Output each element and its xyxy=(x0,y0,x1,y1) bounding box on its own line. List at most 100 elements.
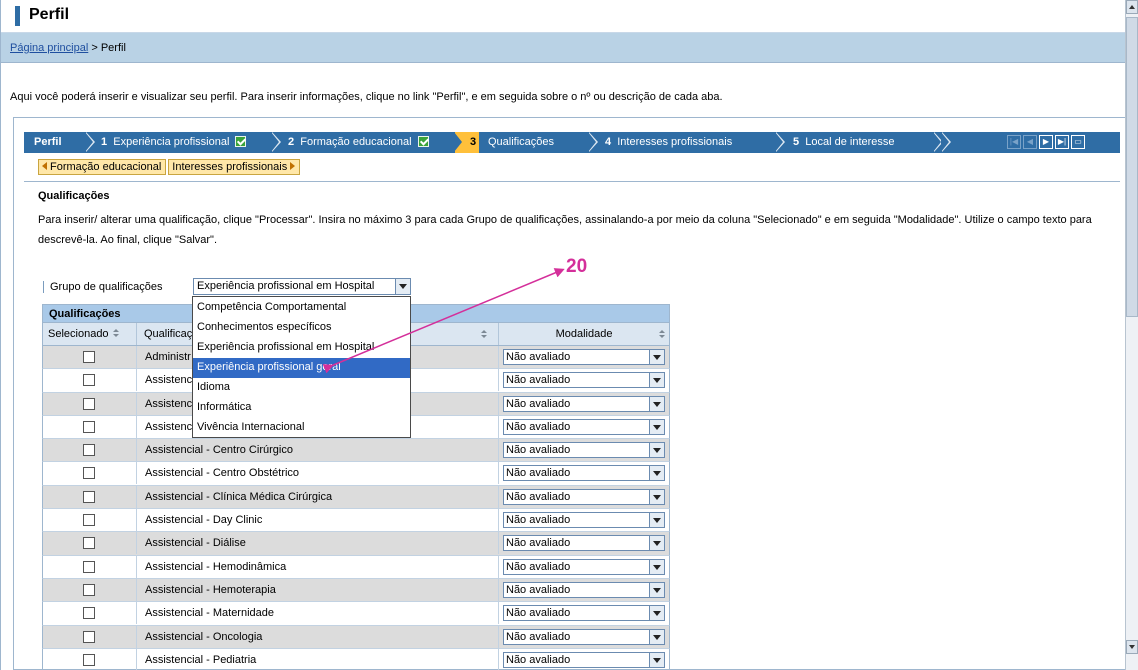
modality-select[interactable]: Não avaliado xyxy=(503,651,665,668)
roadmap-step-3[interactable]: Qualificações xyxy=(488,132,554,153)
dropdown-option[interactable]: Experiência profissional geral xyxy=(193,358,410,378)
select-checkbox[interactable] xyxy=(83,583,95,596)
modality-select[interactable]: Não avaliado xyxy=(503,535,665,552)
modality-cell: Não avaliado xyxy=(499,509,669,531)
dropdown-arrow-icon[interactable] xyxy=(649,419,664,434)
dropdown-option[interactable]: Informática xyxy=(193,398,410,418)
dropdown-arrow-icon[interactable] xyxy=(649,652,664,667)
column-header-modality[interactable]: Modalidade xyxy=(499,323,669,345)
modality-select[interactable]: Não avaliado xyxy=(503,512,665,529)
dropdown-option[interactable]: Idioma xyxy=(193,378,410,398)
breadcrumb-home-link[interactable]: Página principal xyxy=(10,42,88,54)
scroll-thumb[interactable] xyxy=(1126,17,1138,317)
modality-select[interactable]: Não avaliado xyxy=(503,628,665,645)
scroll-up-icon[interactable] xyxy=(1126,0,1138,14)
qualification-name: Assistencial - Day Clinic xyxy=(137,509,499,532)
selected-cell xyxy=(43,509,137,532)
sort-icon xyxy=(481,330,488,339)
dropdown-arrow-icon[interactable] xyxy=(649,396,664,411)
intro-text: Aqui você poderá inserir e visualizar se… xyxy=(10,91,723,103)
dropdown-arrow-icon[interactable] xyxy=(649,443,664,458)
vertical-scrollbar[interactable] xyxy=(1125,0,1138,670)
dropdown-arrow-icon[interactable] xyxy=(649,606,664,621)
dropdown-option[interactable]: Conhecimentos específicos xyxy=(193,318,410,338)
modality-select[interactable]: Não avaliado xyxy=(503,349,665,365)
qualification-name: Assistencial - Centro Obstétrico xyxy=(137,462,499,485)
modality-select[interactable]: Não avaliado xyxy=(503,558,665,575)
selected-cell xyxy=(43,625,137,648)
dropdown-arrow-icon[interactable] xyxy=(649,466,664,481)
selected-cell xyxy=(43,369,137,392)
modality-select[interactable]: Não avaliado xyxy=(503,488,665,505)
dropdown-arrow-icon[interactable] xyxy=(649,629,664,644)
roadmap-step-1[interactable]: 1 Experiência profissional xyxy=(101,132,247,153)
modality-select[interactable]: Não avaliado xyxy=(503,605,665,622)
select-checkbox[interactable] xyxy=(83,560,95,573)
modality-select[interactable]: Não avaliado xyxy=(503,581,665,598)
next-tab-button[interactable]: Interesses profissionais xyxy=(168,159,301,175)
select-checkbox[interactable] xyxy=(83,514,95,527)
qualification-name: Assistencial - Oncologia xyxy=(137,625,499,648)
select-checkbox[interactable] xyxy=(83,607,95,620)
dropdown-option[interactable]: Competência Comportamental xyxy=(193,298,410,318)
dropdown-arrow-icon[interactable] xyxy=(649,373,664,388)
dropdown-arrow-icon[interactable] xyxy=(649,489,664,504)
dropdown-arrow-icon[interactable] xyxy=(649,582,664,597)
select-checkbox[interactable] xyxy=(83,490,95,503)
window-icon[interactable]: ▭ xyxy=(1071,135,1085,149)
dropdown-arrow-icon[interactable] xyxy=(649,559,664,574)
scroll-down-icon[interactable] xyxy=(1126,640,1138,654)
prev-page-icon[interactable]: ◀ xyxy=(1023,135,1037,149)
select-checkbox[interactable] xyxy=(83,467,95,480)
group-select[interactable]: Experiência profissional em Hospital xyxy=(193,278,411,295)
roadmap-root-perfil[interactable]: Perfil xyxy=(34,132,62,153)
table-row: Assistencial - Diálise Não avaliado xyxy=(42,532,670,556)
select-checkbox[interactable] xyxy=(83,420,95,433)
table-row: Assistencial - Oncologia Não avaliado xyxy=(42,625,670,649)
dropdown-option[interactable]: Experiência profissional em Hospital xyxy=(193,338,410,358)
next-page-icon[interactable]: ▶ xyxy=(1039,135,1053,149)
dropdown-arrow-icon[interactable] xyxy=(395,279,410,294)
table-row: Assistencial - Centro Cirúrgico Não avali… xyxy=(42,439,670,463)
roadmap-step-4[interactable]: 4 Interesses profissionais xyxy=(605,132,732,153)
annotation-number: 20 xyxy=(566,256,588,277)
select-checkbox[interactable] xyxy=(83,653,95,666)
select-checkbox[interactable] xyxy=(83,351,95,363)
roadmap-step-2[interactable]: 2 Formação educacional xyxy=(288,132,429,153)
dropdown-arrow-icon[interactable] xyxy=(649,536,664,551)
page: Perfil Página principal > Perfil Aqui vo… xyxy=(0,0,1126,670)
select-checkbox[interactable] xyxy=(83,630,95,643)
modality-select[interactable]: Não avaliado xyxy=(503,418,665,435)
selected-cell xyxy=(43,392,137,415)
roadmap-step-5-label: Local de interesse xyxy=(805,136,895,148)
select-checkbox[interactable] xyxy=(83,374,95,387)
qualification-name: Assistencial - Clínica Médica Cirúrgica xyxy=(137,485,499,508)
section-title: Qualificações xyxy=(38,190,110,202)
table-row: Assistencial - Day Clinic Não avaliado xyxy=(42,509,670,533)
modality-cell: Não avaliado xyxy=(499,439,669,461)
title-accent xyxy=(15,6,20,26)
first-page-icon[interactable]: |◀ xyxy=(1007,135,1021,149)
modality-select[interactable]: Não avaliado xyxy=(503,442,665,459)
group-dropdown-list: Competência Comportamental Conhecimentos … xyxy=(192,296,411,438)
selected-cell xyxy=(43,602,137,625)
dropdown-arrow-icon[interactable] xyxy=(649,350,664,364)
select-checkbox[interactable] xyxy=(83,444,95,457)
select-checkbox[interactable] xyxy=(83,397,95,410)
roadmap-step-3-num[interactable]: 3 xyxy=(470,132,476,153)
dropdown-arrow-icon[interactable] xyxy=(649,513,664,528)
qualification-name: Assistencial - Centro Cirúrgico xyxy=(137,439,499,462)
prev-tab-button[interactable]: Formação educacional xyxy=(38,159,167,175)
subnav: Formação educacional Interesses profissi… xyxy=(38,159,301,175)
roadmap: Perfil 1 Experiência profissional 2 Form… xyxy=(24,132,1120,153)
dropdown-option[interactable]: Vivência Internacional xyxy=(193,418,410,438)
modality-cell: Não avaliado xyxy=(499,649,669,670)
select-checkbox[interactable] xyxy=(83,537,95,550)
column-header-selected[interactable]: Selecionado xyxy=(43,323,137,345)
last-page-icon[interactable]: ▶| xyxy=(1055,135,1069,149)
modality-select[interactable]: Não avaliado xyxy=(503,465,665,482)
roadmap-step-5[interactable]: 5 Local de interesse xyxy=(793,132,895,153)
modality-select[interactable]: Não avaliado xyxy=(503,372,665,389)
selected-cell xyxy=(43,415,137,438)
modality-select[interactable]: Não avaliado xyxy=(503,395,665,412)
